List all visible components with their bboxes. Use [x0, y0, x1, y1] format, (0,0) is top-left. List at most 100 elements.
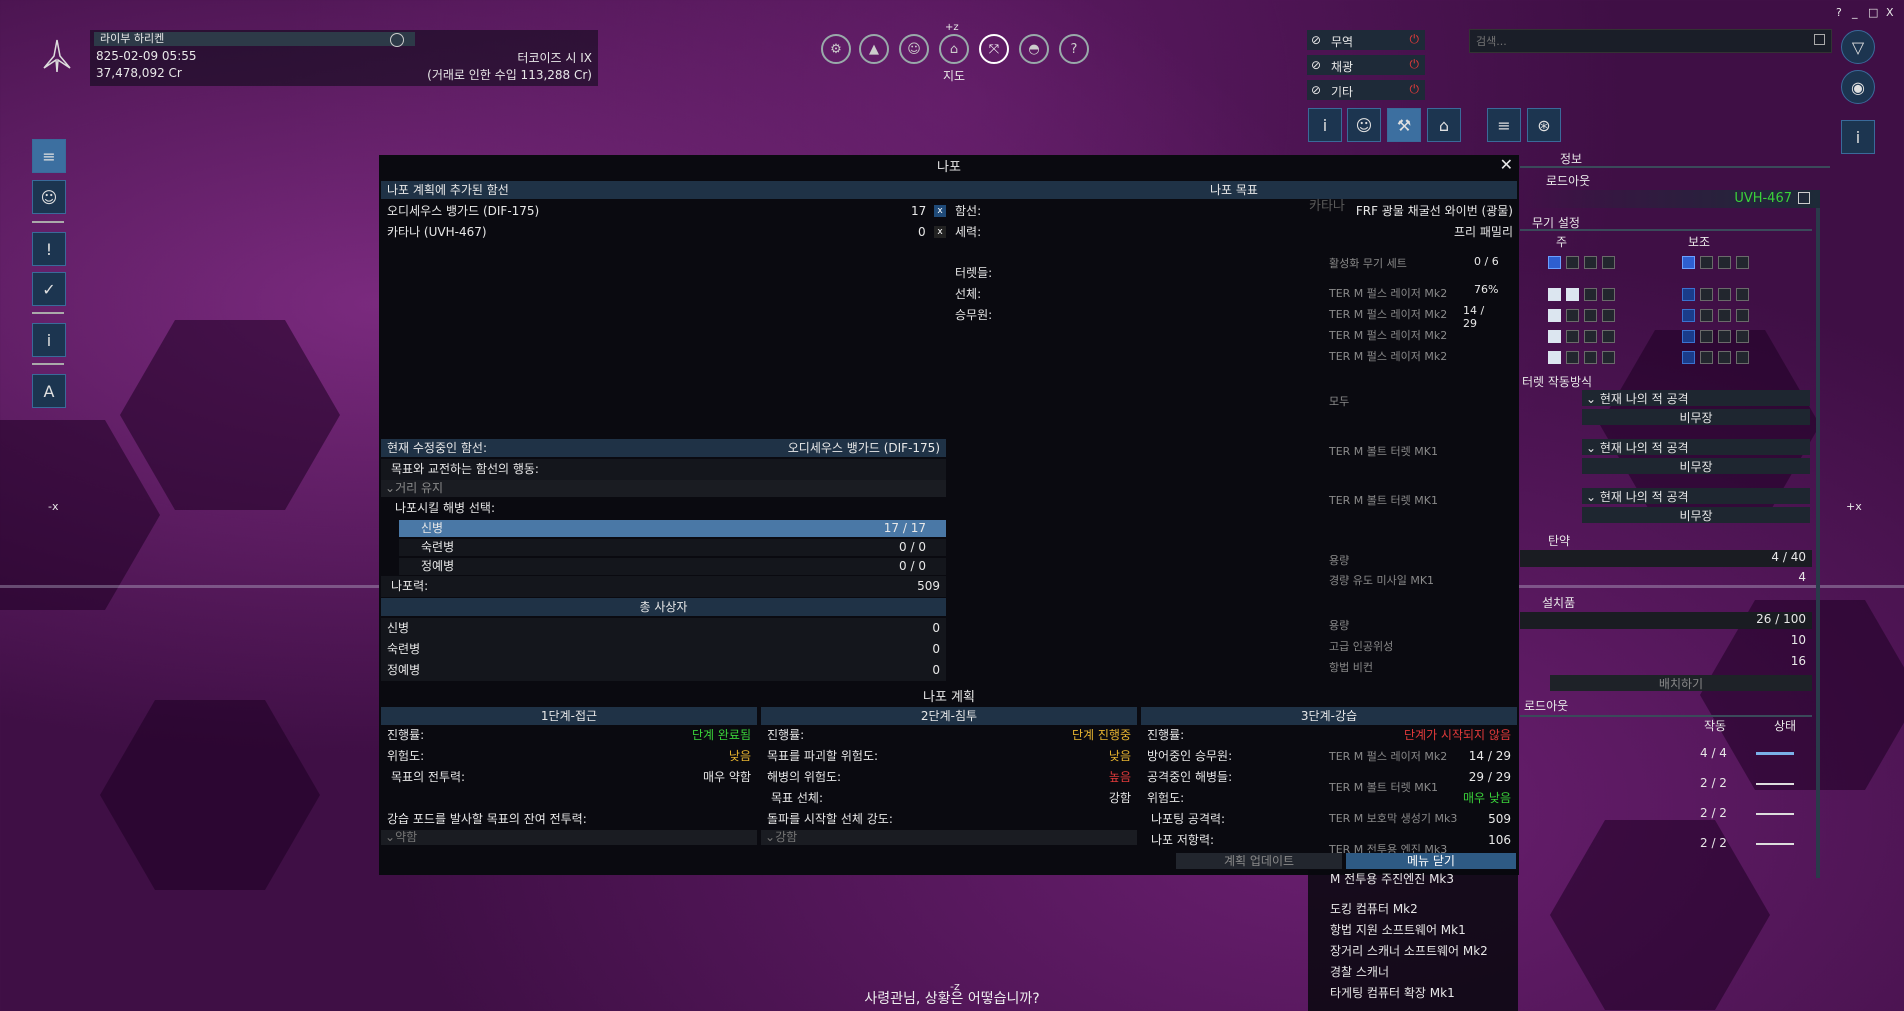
gear-icon[interactable]: ⚙ [821, 34, 851, 64]
phase2-threshold-dropdown[interactable]: ⌄강함 [761, 830, 1137, 845]
weapon-group-row[interactable] [1682, 287, 1754, 301]
marine-row-elite[interactable]: 정예병 0 / 0 [399, 558, 946, 575]
update-plan-button[interactable]: 계획 업데이트 [1176, 853, 1342, 869]
subtitle: 사령관님, 상황은 어떻습니까? [864, 991, 1040, 1007]
col-operation: 작동 [1704, 719, 1727, 733]
turret-behavior-label: 터렛 작동방식 [1522, 375, 1593, 389]
mining-icon: ⊘ [1311, 58, 1322, 72]
weapon-group-row[interactable] [1548, 350, 1620, 364]
camera-icon[interactable] [390, 33, 404, 47]
ship-tab-icon[interactable]: ⌂ [1427, 108, 1461, 142]
window-controls: ? _ □ X [1834, 6, 1902, 22]
list-item: 경찰 스캐너 [1330, 965, 1390, 979]
help-button[interactable]: ? [1836, 6, 1842, 19]
weapon-group-row[interactable] [1682, 308, 1754, 322]
weapon-group-row[interactable] [1682, 329, 1754, 343]
ship-icon[interactable]: ⌂ [939, 34, 969, 64]
weapon-group-row[interactable] [1682, 255, 1754, 269]
minimize-button[interactable]: _ [1852, 6, 1858, 19]
phase-title: 1단계-접근 [381, 707, 757, 725]
weapon-group-row[interactable] [1548, 308, 1620, 322]
loadout-count: 2 / 2 [1700, 836, 1727, 850]
remove-ship-icon[interactable]: x [934, 226, 946, 238]
divider [1520, 229, 1812, 231]
target-header: 나포 목표 [951, 181, 1517, 199]
turret-mode-dropdown[interactable]: ⌄ 현재 나의 적 공격 [1582, 439, 1810, 455]
ship-row[interactable]: 오디세우스 뱅가드 (DIF-175) 17 x [381, 201, 946, 222]
deploy-row: 26 / 100 [1520, 612, 1812, 629]
location-icon[interactable]: ◉ [1841, 70, 1875, 104]
search-input[interactable] [1474, 32, 1798, 50]
turret-sub-dropdown[interactable]: 비무장 [1582, 507, 1810, 523]
ships-header: 나포 계획에 추가된 함선 [381, 181, 952, 199]
deploy-button[interactable]: 배치하기 [1550, 675, 1812, 691]
bg-hex [0, 420, 160, 610]
navigate-icon[interactable]: A [32, 374, 66, 408]
turret-mode-dropdown[interactable]: ⌄ 현재 나의 적 공격 [1582, 488, 1810, 504]
plan-title: 나포 계획 [923, 690, 975, 705]
power-icon: ⏻ [1409, 32, 1420, 46]
maximize-button[interactable]: □ [1868, 6, 1878, 19]
list-item: 장거리 스캐너 소프트웨어 Mk2 [1330, 944, 1488, 958]
weapon-group-row[interactable] [1682, 350, 1754, 364]
marine-row-recruit[interactable]: 신병 17 / 17 [399, 520, 946, 537]
behavior-dropdown[interactable]: ⌄거리 유지 [381, 480, 946, 497]
list-item: M 전투용 주진엔진 Mk3 [1330, 872, 1455, 886]
player-info: 라이부 하리켄 825-02-09 05:55 37,478,092 Cr 터코… [90, 30, 598, 86]
turret-sub-dropdown[interactable]: 비무장 [1582, 409, 1810, 425]
target-ship-label: 함선: [955, 204, 982, 218]
game-date: 825-02-09 05:55 [96, 49, 197, 63]
person-icon[interactable]: ☺ [899, 34, 929, 64]
z-axis-label: +z [945, 22, 959, 33]
info-icon[interactable]: i [1841, 120, 1875, 154]
bg-hex [120, 320, 340, 510]
filter-mining[interactable]: ⊘ 채광 ⏻ [1307, 55, 1425, 75]
scan-tab-icon[interactable]: ⊛ [1527, 108, 1561, 142]
dome-icon[interactable]: ◓ [1019, 34, 1049, 64]
info-icon[interactable]: i [32, 323, 66, 357]
panel-title: 나포 [937, 160, 961, 175]
deployables-label: 설치품 [1542, 596, 1576, 610]
filter-icon[interactable]: ▽ [1841, 30, 1875, 64]
trade-icon: ⊘ [1311, 33, 1322, 47]
search-box[interactable] [1469, 29, 1832, 53]
scrollbar[interactable] [1816, 208, 1820, 878]
help-icon[interactable]: ? [1059, 34, 1089, 64]
ship-row[interactable]: 카타나 (UVH-467) 0 x [381, 222, 946, 243]
close-window-button[interactable]: X [1886, 6, 1894, 19]
loadout-count: 2 / 2 [1700, 776, 1727, 790]
weapon-group-row[interactable] [1548, 255, 1620, 269]
close-panel-icon[interactable]: ✕ [1500, 155, 1513, 174]
bg-hex [100, 700, 320, 890]
faction-logo-icon [42, 38, 72, 74]
crew-tab-icon[interactable]: ☺ [1347, 108, 1381, 142]
phase1-threshold-dropdown[interactable]: ⌄약함 [381, 830, 757, 845]
info-tab-icon[interactable]: i [1308, 108, 1342, 142]
weapon-group-row[interactable] [1548, 287, 1620, 301]
alert-icon[interactable]: ! [32, 232, 66, 266]
menu-icon[interactable]: ≡ [32, 139, 66, 173]
target-hull-label: 선체: [955, 287, 982, 301]
clear-icon[interactable] [1814, 34, 1825, 45]
filter-other[interactable]: ⊘ 기타 ⏻ [1307, 80, 1425, 100]
weapon-group-row[interactable] [1548, 329, 1620, 343]
profile-icon[interactable]: ☺ [32, 180, 66, 214]
expand-icon[interactable] [1798, 192, 1810, 204]
list-item: 항법 지원 소프트웨어 Mk1 [1330, 923, 1466, 937]
filter-trade[interactable]: ⊘ 무역 ⏻ [1307, 30, 1425, 50]
turret-sub-dropdown[interactable]: 비무장 [1582, 458, 1810, 474]
target-crew-label: 승무원: [955, 308, 993, 322]
loadout-count: 4 / 4 [1700, 746, 1727, 760]
remove-ship-icon[interactable]: x [934, 205, 946, 217]
target-faction-value: 프리 패밀리 [1453, 225, 1513, 239]
mission-icon[interactable]: ✓ [32, 272, 66, 306]
turret-mode-dropdown[interactable]: ⌄ 현재 나의 적 공격 [1582, 390, 1810, 406]
ship-id-bar: UVH-467 [1520, 190, 1820, 208]
status-bar [1756, 783, 1794, 785]
map-icon[interactable]: ⤧ [979, 34, 1009, 64]
marine-row-veteran[interactable]: 숙련병 0 / 0 [399, 539, 946, 556]
close-menu-button[interactable]: 메뉴 닫기 [1346, 853, 1516, 869]
triangle-icon[interactable]: ▲ [859, 34, 889, 64]
list-tab-icon[interactable]: ≡ [1487, 108, 1521, 142]
loadout-tab-icon[interactable]: ⚒ [1387, 108, 1421, 142]
